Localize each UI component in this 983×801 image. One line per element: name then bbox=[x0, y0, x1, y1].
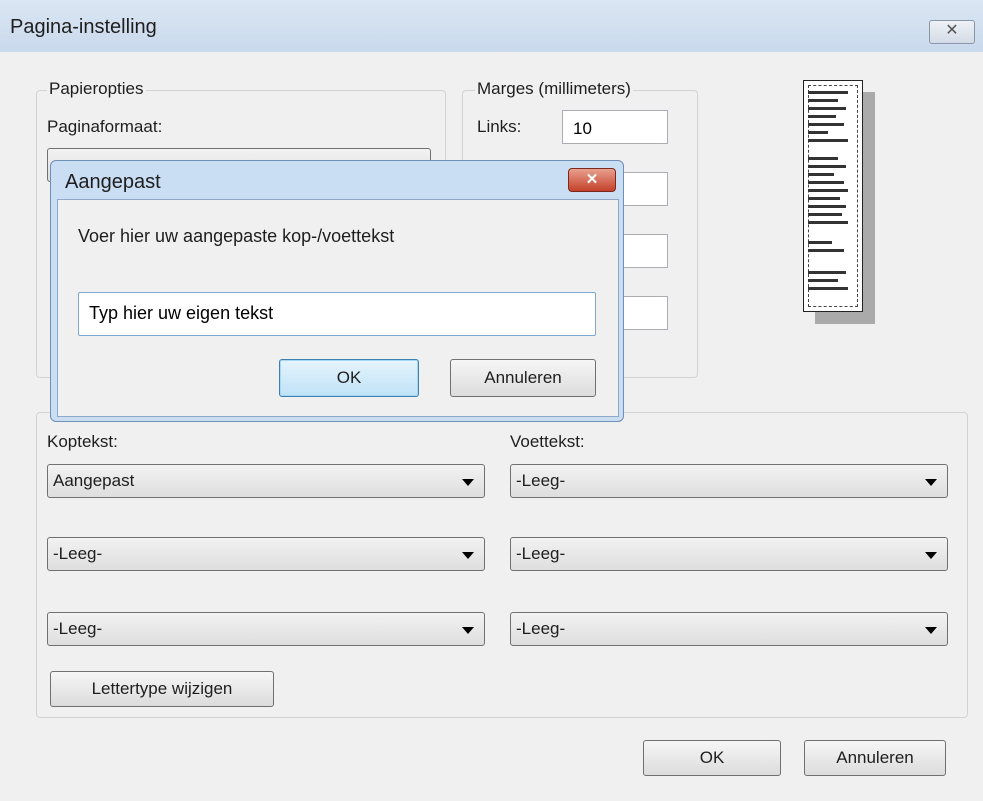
chevron-down-icon bbox=[462, 627, 474, 634]
custom-text-input[interactable]: Typ hier uw eigen tekst bbox=[78, 292, 596, 336]
chevron-down-icon bbox=[925, 627, 937, 634]
ok-button[interactable]: OK bbox=[643, 740, 781, 776]
page-format-label: Paginaformaat: bbox=[47, 117, 163, 136]
chevron-down-icon bbox=[462, 479, 474, 486]
header-dropdown-1-value: Aangepast bbox=[53, 471, 135, 490]
header-dropdown-3[interactable]: -Leeg- bbox=[47, 612, 485, 646]
close-icon[interactable]: ✕ bbox=[568, 168, 616, 192]
cancel-button[interactable]: Annuleren bbox=[804, 740, 946, 776]
header-dropdown-1[interactable]: Aangepast bbox=[47, 464, 485, 498]
dialog-cancel-button[interactable]: Annuleren bbox=[450, 359, 596, 397]
footer-dropdown-3[interactable]: -Leeg- bbox=[510, 612, 948, 646]
header-dropdown-2-value: -Leeg- bbox=[53, 544, 103, 563]
close-icon[interactable]: ✕ bbox=[929, 20, 975, 44]
footer-dropdown-1-value: -Leeg- bbox=[516, 471, 566, 490]
dialog-ok-button[interactable]: OK bbox=[279, 359, 419, 397]
chevron-down-icon bbox=[925, 479, 937, 486]
page-setup-window: Pagina-instelling ✕ Papieropties Paginaf… bbox=[0, 0, 983, 801]
chevron-down-icon bbox=[925, 552, 937, 559]
custom-dialog-title: Aangepast bbox=[65, 171, 161, 193]
window-title: Pagina-instelling bbox=[10, 16, 157, 38]
footer-dropdown-2[interactable]: -Leeg- bbox=[510, 537, 948, 571]
footer-label: Voettekst: bbox=[510, 432, 585, 451]
header-label: Koptekst: bbox=[47, 432, 118, 451]
margin-left-label: Links: bbox=[477, 117, 522, 136]
margin-left-input[interactable]: 10 bbox=[562, 110, 668, 144]
custom-dialog: Aangepast ✕ Voer hier uw aangepaste kop-… bbox=[50, 160, 624, 422]
title-bar: Pagina-instelling ✕ bbox=[0, 0, 983, 52]
header-dropdown-3-value: -Leeg- bbox=[53, 619, 103, 638]
custom-dialog-message: Voer hier uw aangepaste kop-/voettekst bbox=[78, 226, 395, 246]
header-dropdown-2[interactable]: -Leeg- bbox=[47, 537, 485, 571]
footer-dropdown-3-value: -Leeg- bbox=[516, 619, 566, 638]
footer-dropdown-2-value: -Leeg- bbox=[516, 544, 566, 563]
chevron-down-icon bbox=[462, 552, 474, 559]
margins-label: Marges (millimeters) bbox=[475, 79, 633, 99]
custom-dialog-body: Voer hier uw aangepaste kop-/voettekst T… bbox=[57, 199, 619, 417]
page-preview bbox=[803, 80, 863, 312]
footer-dropdown-1[interactable]: -Leeg- bbox=[510, 464, 948, 498]
paper-options-label: Papieropties bbox=[47, 79, 146, 99]
change-font-button[interactable]: Lettertype wijzigen bbox=[50, 671, 274, 707]
